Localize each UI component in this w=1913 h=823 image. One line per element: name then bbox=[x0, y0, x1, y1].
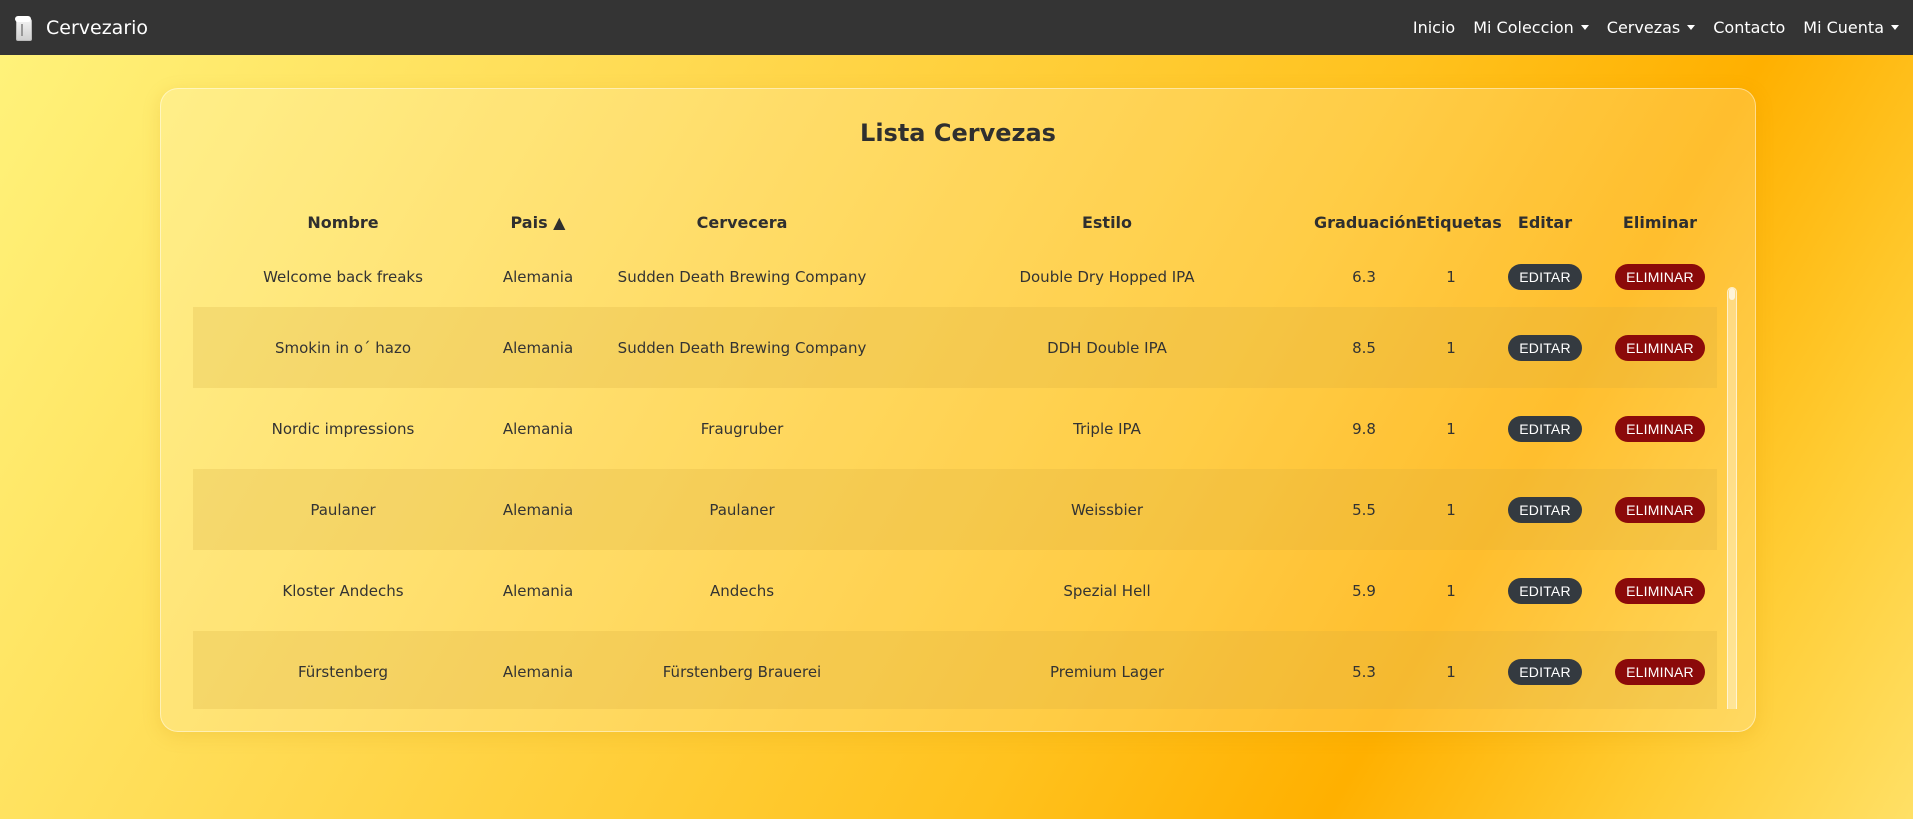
column-header-graduacion[interactable]: Graduación bbox=[1313, 197, 1417, 247]
nav-mi-coleccion-label: Mi Coleccion bbox=[1473, 18, 1574, 37]
table-row: Fürstenberg Alemania Fürstenberg Brauere… bbox=[193, 631, 1717, 709]
cell-estilo: Double Dry Hopped IPA bbox=[1019, 268, 1195, 286]
column-header-cervecera[interactable]: Cervecera bbox=[583, 197, 901, 247]
cell-editar: EDITAR bbox=[1487, 550, 1603, 631]
navbar: Cervezario Inicio Mi Coleccion Cervezas … bbox=[0, 0, 1913, 55]
table-row: Smokin in o´ hazo Alemania Sudden Death … bbox=[193, 307, 1717, 388]
cell-estilo: Triple IPA bbox=[1073, 419, 1141, 438]
cell-etiquetas: 1 bbox=[1446, 419, 1456, 438]
delete-button[interactable]: ELIMINAR bbox=[1615, 415, 1705, 442]
column-header-etiquetas[interactable]: Etiquetas bbox=[1415, 197, 1502, 247]
cell-eliminar: ELIMINAR bbox=[1603, 550, 1717, 631]
cell-eliminar: ELIMINAR bbox=[1603, 388, 1717, 469]
table-row: Paulaner Alemania Paulaner Weissbier 5.5… bbox=[193, 469, 1717, 550]
cell-pais: Alemania bbox=[493, 469, 583, 550]
cell-eliminar: ELIMINAR bbox=[1603, 469, 1717, 550]
cell-editar: EDITAR bbox=[1487, 247, 1603, 307]
column-header-pais[interactable]: Pais ▲ bbox=[493, 197, 583, 247]
cell-etiquetas: 1 bbox=[1446, 268, 1456, 286]
cell-editar: EDITAR bbox=[1487, 388, 1603, 469]
table-row: Nordic impressions Alemania Fraugruber T… bbox=[193, 388, 1717, 469]
cell-eliminar: ELIMINAR bbox=[1603, 631, 1717, 709]
nav-mi-coleccion[interactable]: Mi Coleccion bbox=[1473, 18, 1589, 37]
delete-button[interactable]: ELIMINAR bbox=[1615, 496, 1705, 523]
column-header-eliminar: Eliminar bbox=[1622, 212, 1698, 232]
cell-etiquetas: 1 bbox=[1415, 307, 1487, 388]
cell-graduacion: 6.3 bbox=[1352, 268, 1376, 286]
column-header-editar: Editar bbox=[1517, 212, 1573, 232]
cell-pais: Alemania bbox=[502, 419, 574, 438]
cell-editar: EDITAR bbox=[1487, 469, 1603, 550]
table-row: Kloster Andechs Alemania Andechs Spezial… bbox=[193, 550, 1717, 631]
nav-contacto[interactable]: Contacto bbox=[1713, 18, 1785, 37]
cell-estilo: Spezial Hell bbox=[1063, 581, 1151, 600]
nav-cervezas[interactable]: Cervezas bbox=[1606, 18, 1696, 37]
cell-graduacion: 5.9 bbox=[1352, 581, 1376, 600]
cell-graduacion: 5.5 bbox=[1313, 469, 1415, 550]
cell-etiquetas: 1 bbox=[1415, 631, 1487, 709]
nav-contacto-label: Contacto bbox=[1713, 18, 1786, 37]
cell-nombre: Kloster Andechs bbox=[282, 581, 404, 600]
scrollbar-thumb[interactable] bbox=[1729, 288, 1735, 300]
cell-cervecera: Fraugruber bbox=[700, 419, 784, 438]
table-scrollbar[interactable] bbox=[1727, 287, 1737, 709]
column-header-estilo[interactable]: Estilo bbox=[901, 197, 1313, 247]
cell-cervecera: Sudden Death Brewing Company bbox=[583, 307, 901, 388]
page-title: Lista Cervezas bbox=[860, 119, 1056, 147]
beer-table: Nombre Pais ▲ Cervecera Estilo Graduació… bbox=[193, 197, 1717, 709]
cell-cervecera: Paulaner bbox=[583, 469, 901, 550]
table-row: Welcome back freaks Alemania Sudden Deat… bbox=[193, 247, 1717, 307]
cell-pais: Alemania bbox=[493, 631, 583, 709]
nav-mi-cuenta-label: Mi Cuenta bbox=[1803, 18, 1884, 37]
beer-list-card: Lista Cervezas Nombre Pais ▲ Cervecera E… bbox=[160, 88, 1756, 732]
cell-nombre: Welcome back freaks bbox=[263, 268, 423, 286]
nav-inicio[interactable]: Inicio bbox=[1413, 18, 1455, 37]
delete-button[interactable]: ELIMINAR bbox=[1615, 577, 1705, 604]
beer-table-container: Nombre Pais ▲ Cervecera Estilo Graduació… bbox=[193, 197, 1737, 709]
edit-button[interactable]: EDITAR bbox=[1508, 415, 1582, 442]
cell-estilo: Premium Lager bbox=[901, 631, 1313, 709]
caret-down-icon bbox=[1580, 25, 1589, 30]
edit-button[interactable]: EDITAR bbox=[1508, 334, 1582, 361]
brand-name: Cervezario bbox=[46, 16, 149, 39]
delete-button[interactable]: ELIMINAR bbox=[1615, 264, 1705, 290]
edit-button[interactable]: EDITAR bbox=[1508, 496, 1582, 523]
cell-estilo: DDH Double IPA bbox=[901, 307, 1313, 388]
cell-graduacion: 9.8 bbox=[1352, 419, 1376, 438]
cell-cervecera: Fürstenberg Brauerei bbox=[583, 631, 901, 709]
cell-graduacion: 5.3 bbox=[1313, 631, 1415, 709]
edit-button[interactable]: EDITAR bbox=[1508, 658, 1582, 685]
cell-pais: Alemania bbox=[493, 307, 583, 388]
caret-down-icon bbox=[1891, 25, 1899, 30]
cell-eliminar: ELIMINAR bbox=[1603, 247, 1717, 307]
cell-pais: Alemania bbox=[502, 581, 574, 600]
cell-nombre: Paulaner bbox=[193, 469, 493, 550]
cell-editar: EDITAR bbox=[1487, 307, 1603, 388]
cell-cervecera: Andechs bbox=[709, 581, 775, 600]
cell-nombre: Fürstenberg bbox=[193, 631, 493, 709]
delete-button[interactable]: ELIMINAR bbox=[1615, 334, 1705, 361]
caret-down-icon bbox=[1687, 25, 1696, 30]
cell-etiquetas: 1 bbox=[1446, 581, 1456, 600]
cell-nombre: Smokin in o´ hazo bbox=[193, 307, 493, 388]
nav-mi-cuenta[interactable]: Mi Cuenta bbox=[1803, 18, 1899, 37]
cell-eliminar: ELIMINAR bbox=[1603, 307, 1717, 388]
cell-etiquetas: 1 bbox=[1415, 469, 1487, 550]
table-header-row: Nombre Pais ▲ Cervecera Estilo Graduació… bbox=[193, 197, 1717, 247]
cell-graduacion: 8.5 bbox=[1313, 307, 1415, 388]
cell-estilo: Weissbier bbox=[901, 469, 1313, 550]
nav-links: Inicio Mi Coleccion Cervezas Contacto Mi… bbox=[1413, 18, 1899, 37]
column-header-nombre[interactable]: Nombre bbox=[193, 197, 493, 247]
cell-cervecera: Sudden Death Brewing Company bbox=[617, 268, 867, 286]
nav-inicio-label: Inicio bbox=[1412, 18, 1456, 37]
nav-cervezas-label: Cervezas bbox=[1606, 18, 1681, 37]
edit-button[interactable]: EDITAR bbox=[1508, 264, 1582, 290]
cell-editar: EDITAR bbox=[1487, 631, 1603, 709]
delete-button[interactable]: ELIMINAR bbox=[1615, 658, 1705, 685]
cell-nombre: Nordic impressions bbox=[271, 419, 415, 438]
edit-button[interactable]: EDITAR bbox=[1508, 577, 1582, 604]
brand[interactable]: Cervezario bbox=[14, 15, 148, 41]
beer-glass-icon bbox=[14, 15, 34, 41]
cell-pais: Alemania bbox=[502, 268, 574, 286]
